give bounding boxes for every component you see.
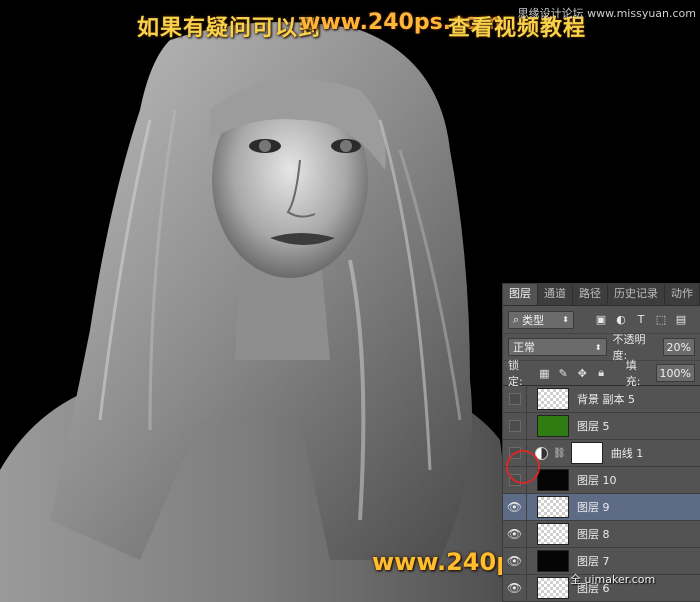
layer-thumbnail [537,577,569,599]
hidden-eye-icon [508,420,521,432]
visibility-toggle[interactable]: 👁︎ [503,547,527,575]
visibility-toggle[interactable]: 👁︎ [503,520,527,548]
smart-object-filter-icon[interactable]: ▤ [674,313,688,327]
dropdown-arrows-icon: ⬍ [562,315,569,324]
type-filter-icon[interactable]: T [634,313,648,327]
visibility-toggle[interactable]: 👁︎ [503,574,527,602]
fill-label: 填充: [625,359,641,388]
filter-icons: ▣ ◐ T ⬚ ▤ [594,313,688,327]
visibility-toggle[interactable] [503,385,527,413]
layer-list: 背景 副本 5 图层 5 ⛓ 曲线 1 图层 10 👁︎ 图层 9 👁︎ 图层 … [503,385,700,602]
lock-all-icon[interactable]: 🔒︎ [595,366,608,380]
eye-icon: 👁︎ [506,500,523,514]
eye-icon: 👁︎ [506,581,523,595]
hidden-eye-icon [508,393,521,405]
tab-channels[interactable]: 通道 [538,284,573,305]
visibility-toggle[interactable]: 👁︎ [503,493,527,521]
layer-name: 背景 副本 5 [577,393,635,406]
lock-brush-icon[interactable]: ✎ [557,366,570,380]
dropdown-arrows-icon: ⬍ [594,342,602,352]
layer-name: 图层 9 [577,501,610,514]
layer-name: 图层 7 [577,555,610,568]
eye-icon: 👁︎ [506,527,523,541]
tab-layers[interactable]: 图层 [503,284,538,305]
layer-thumbnail [537,496,569,518]
uimaker-watermark: 全 uimaker.com [570,573,656,586]
visibility-toggle[interactable] [503,412,527,440]
layer-thumbnail [537,523,569,545]
fill-input[interactable]: 100% [655,364,695,382]
pixel-filter-icon[interactable]: ▣ [594,313,608,327]
layer-thumbnail [537,469,569,491]
filter-kind-label: 类型 [522,313,545,327]
blend-row: 正常 ⬍ 不透明度: 20% [503,333,700,362]
layer-mask-thumbnail [570,442,603,464]
layer-row[interactable]: 背景 副本 5 [503,385,700,413]
tab-history[interactable]: 历史记录 [608,284,665,305]
layer-row[interactable]: 图层 5 [503,412,700,440]
blend-mode-select[interactable]: 正常 ⬍ [508,338,607,356]
shape-filter-icon[interactable]: ⬚ [654,313,668,327]
layer-name: 图层 8 [577,528,610,541]
tab-actions[interactable]: 动作 [665,284,700,305]
lock-row: 锁定: ▦ ✎ ✥ 🔒︎ 填充: 100% [503,359,700,388]
layer-thumbnail [537,388,569,410]
lock-transparency-icon[interactable]: ▦ [538,366,551,380]
banner-text-left: 如果有疑问可以到 [137,16,322,41]
highlight-circle [506,450,540,484]
eye-icon: 👁︎ [506,554,523,568]
filter-kind-select[interactable]: ⌕ 类型 ⬍ [508,310,574,329]
lock-move-icon[interactable]: ✥ [576,366,589,380]
layer-thumbnail [537,415,569,437]
layer-name: 图层 5 [577,420,610,433]
filter-row: ⌕ 类型 ⬍ ▣ ◐ T ⬚ ▤ [503,306,700,333]
lock-label: 锁定: [508,359,523,388]
tab-paths[interactable]: 路径 [573,284,608,305]
site-watermark: 思缘设计论坛 www.missyuan.com [517,7,696,20]
layer-thumbnail [537,550,569,572]
link-chain-icon[interactable]: ⛓ [553,448,566,459]
layers-panel: 图层 通道 路径 历史记录 动作 ⌕ 类型 ⬍ ▣ ◐ T ⬚ ▤ 正常 ⬍ 不… [502,283,700,602]
panel-tabs: 图层 通道 路径 历史记录 动作 [503,284,700,306]
blend-mode-label: 正常 [513,341,535,354]
opacity-input[interactable]: 20% [662,338,695,356]
layer-row[interactable]: 👁︎ 图层 8 [503,520,700,548]
layer-name: 曲线 1 [610,447,644,460]
layer-name: 图层 10 [577,474,617,487]
search-icon: ⌕ [513,312,520,326]
adjustment-filter-icon[interactable]: ◐ [614,313,628,327]
layer-row-selected[interactable]: 👁︎ 图层 9 [503,493,700,521]
